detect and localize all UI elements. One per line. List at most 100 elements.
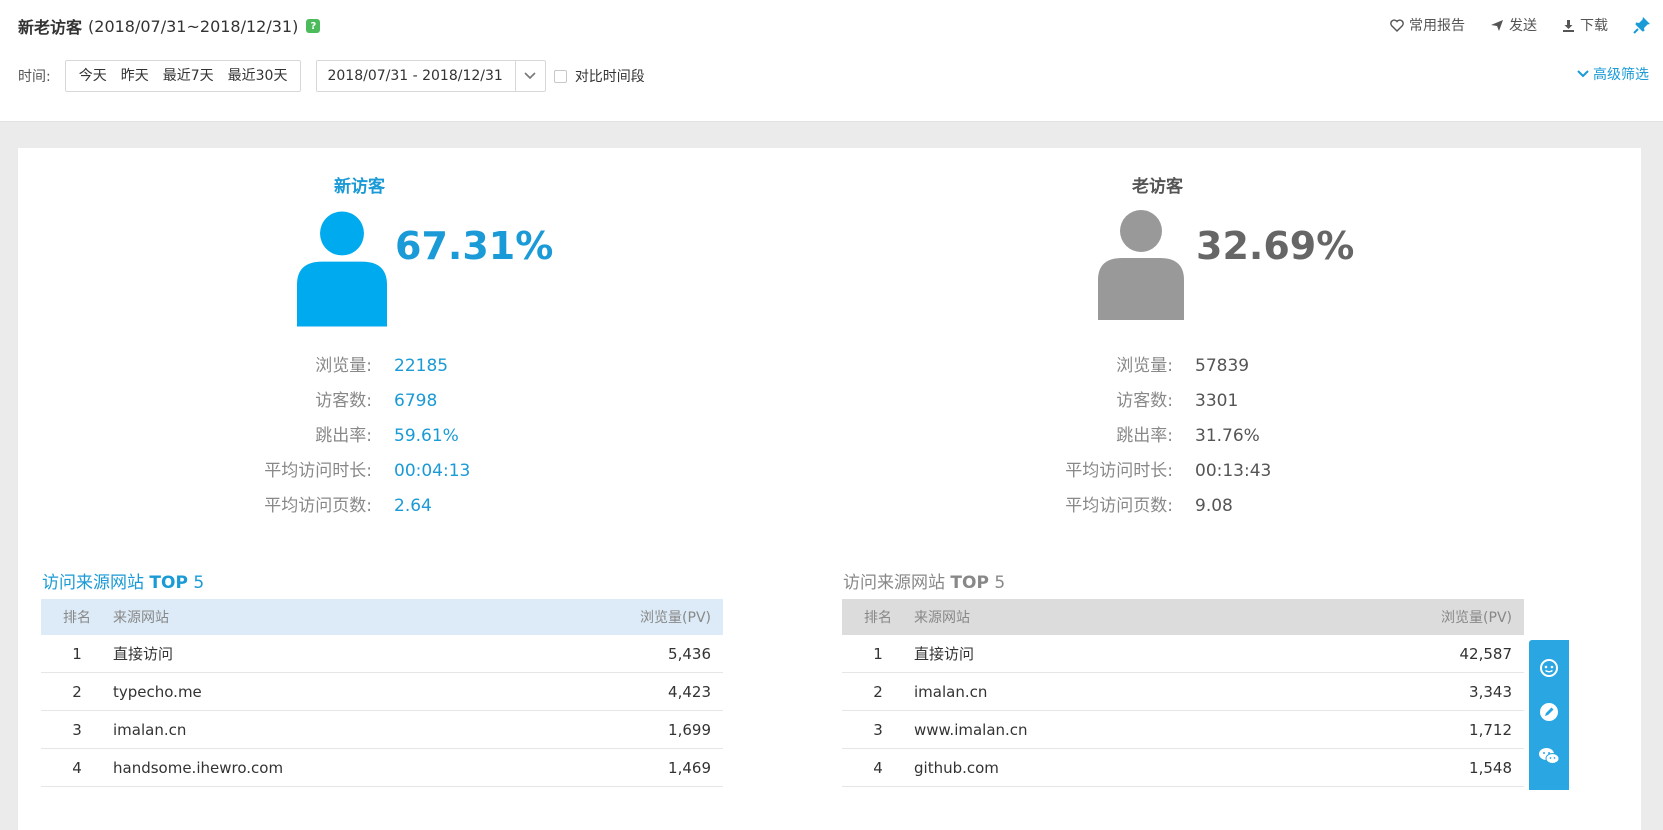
advanced-filter-label: 高级筛选 [1593, 67, 1649, 83]
advanced-filter-button[interactable]: 高级筛选 [1577, 64, 1649, 84]
table-row: 3 www.imalan.cn 1,712 [842, 711, 1524, 749]
compare-checkbox[interactable] [553, 69, 567, 83]
row-pv: 42,587 [1459, 644, 1513, 663]
header-pv: 浏览量(PV) [1441, 610, 1512, 626]
send-icon [1491, 19, 1503, 31]
old-stat-pages: 平均访问页数: 9.08 [800, 488, 1233, 525]
floating-toolbar [1529, 640, 1569, 790]
row-rank: 1 [72, 644, 82, 663]
pin-button[interactable] [1633, 16, 1651, 34]
send-label: 发送 [1509, 18, 1537, 34]
title-row: 新老访客 (2018/07/31~2018/12/31) ? [18, 14, 321, 38]
send-button[interactable]: 发送 [1490, 15, 1537, 35]
stat-label: 跳出率: [1116, 426, 1173, 446]
new-stat-pv: 浏览量: 22185 [0, 348, 448, 385]
old-stat-duration: 平均访问时长: 00:13:43 [800, 453, 1271, 490]
row-rank: 3 [72, 720, 82, 739]
old-top-sources-title: 访问来源网站 TOP 5 [843, 568, 1005, 593]
header-rank: 排名 [63, 610, 91, 626]
date-range-picker[interactable]: 2018/07/31 - 2018/12/31 [316, 60, 546, 92]
new-sources-table: 排名 来源网站 浏览量(PV) 1 直接访问 5,436 2 typecho.m… [41, 599, 723, 787]
stat-label: 平均访问时长: [264, 461, 372, 481]
chevron-down-icon [524, 72, 536, 80]
quick-range-group: 今天 昨天 最近7天 最近30天 [64, 60, 302, 92]
chat-button[interactable] [1537, 656, 1561, 680]
help-icon[interactable]: ? [306, 19, 321, 33]
pin-icon [1633, 17, 1650, 34]
row-pv: 1,548 [1469, 758, 1512, 777]
row-site: 直接访问 [113, 645, 174, 663]
table-row: 1 直接访问 5,436 [41, 635, 723, 673]
old-sources-table: 排名 来源网站 浏览量(PV) 1 直接访问 42,587 2 imalan.c… [842, 599, 1524, 787]
header-site: 来源网站 [914, 610, 970, 626]
top-title-prefix: 访问来源网站 [42, 573, 150, 593]
page-date-range: (2018/07/31~2018/12/31) [88, 16, 299, 36]
row-pv: 1,469 [668, 758, 711, 777]
row-site: www.imalan.cn [914, 720, 1028, 739]
stat-value: 2.64 [394, 496, 432, 516]
row-pv: 1,712 [1469, 720, 1512, 739]
download-icon [1563, 19, 1574, 32]
row-pv: 5,436 [668, 644, 711, 663]
compare-label: 对比时间段 [574, 69, 645, 85]
row-rank: 4 [873, 758, 883, 777]
stat-label: 访客数: [315, 391, 372, 411]
table-row: 2 typecho.me 4,423 [41, 673, 723, 711]
row-site: handsome.ihewro.com [113, 758, 284, 777]
quick-range-today[interactable]: 今天 [72, 61, 114, 91]
stat-value: 57839 [1195, 356, 1250, 376]
row-pv: 1,699 [668, 720, 711, 739]
old-stat-visitors: 访客数: 3301 [800, 383, 1238, 420]
date-dropdown-toggle[interactable] [514, 61, 545, 91]
quick-range-30days[interactable]: 最近30天 [221, 61, 295, 91]
row-pv: 4,423 [668, 682, 711, 701]
wechat-icon [1539, 748, 1560, 764]
row-site: github.com [914, 758, 999, 777]
row-site: typecho.me [113, 682, 202, 701]
time-label: 时间: [18, 69, 51, 85]
stat-label: 平均访问页数: [1065, 496, 1173, 516]
old-visitor-percent: 32.69% [1196, 224, 1355, 268]
table-row: 4 github.com 1,548 [842, 749, 1524, 787]
header-site: 来源网站 [113, 610, 169, 626]
stat-value: 9.08 [1195, 496, 1233, 516]
header-pv: 浏览量(PV) [640, 610, 711, 626]
new-stat-bounce: 跳出率: 59.61% [0, 418, 459, 455]
row-rank: 2 [72, 682, 82, 701]
quick-range-yesterday[interactable]: 昨天 [114, 61, 156, 91]
header-rank: 排名 [864, 610, 892, 626]
table-row: 1 直接访问 42,587 [842, 635, 1524, 673]
top-title-prefix: 访问来源网站 [843, 573, 951, 593]
feedback-button[interactable] [1537, 700, 1561, 724]
header-actions: 常用报告 发送 下载 [1365, 14, 1651, 36]
stat-label: 平均访问时长: [1065, 461, 1173, 481]
row-site: 直接访问 [914, 645, 975, 663]
stat-label: 平均访问页数: [264, 496, 372, 516]
compare-period[interactable]: 对比时间段 [553, 66, 645, 86]
row-rank: 2 [873, 682, 883, 701]
new-visitor-percent: 67.31% [395, 224, 554, 268]
stat-value: 00:04:13 [394, 461, 471, 481]
row-rank: 1 [873, 644, 883, 663]
download-button[interactable]: 下载 [1562, 15, 1608, 35]
person-icon [1098, 210, 1184, 320]
top-title-bold: TOP [149, 573, 188, 593]
page-title: 新老访客 [18, 18, 83, 37]
top-title-suffix: 5 [187, 573, 205, 593]
new-stat-visitors: 访客数: 6798 [0, 383, 437, 420]
top-title-suffix: 5 [988, 573, 1006, 593]
favorite-report-button[interactable]: 常用报告 [1390, 15, 1465, 35]
wechat-button[interactable] [1537, 744, 1561, 768]
new-stat-duration: 平均访问时长: 00:04:13 [0, 453, 470, 490]
old-stat-bounce: 跳出率: 31.76% [800, 418, 1260, 455]
stat-label: 访客数: [1116, 391, 1173, 411]
new-stat-pages: 平均访问页数: 2.64 [0, 488, 432, 525]
stat-label: 跳出率: [315, 426, 372, 446]
table-header: 排名 来源网站 浏览量(PV) [41, 599, 723, 635]
stat-label: 浏览量: [315, 356, 372, 376]
row-pv: 3,343 [1469, 682, 1512, 701]
date-range-value: 2018/07/31 - 2018/12/31 [327, 68, 503, 84]
stat-value: 22185 [394, 356, 449, 376]
stat-value: 6798 [394, 391, 438, 411]
quick-range-7days[interactable]: 最近7天 [156, 61, 221, 91]
